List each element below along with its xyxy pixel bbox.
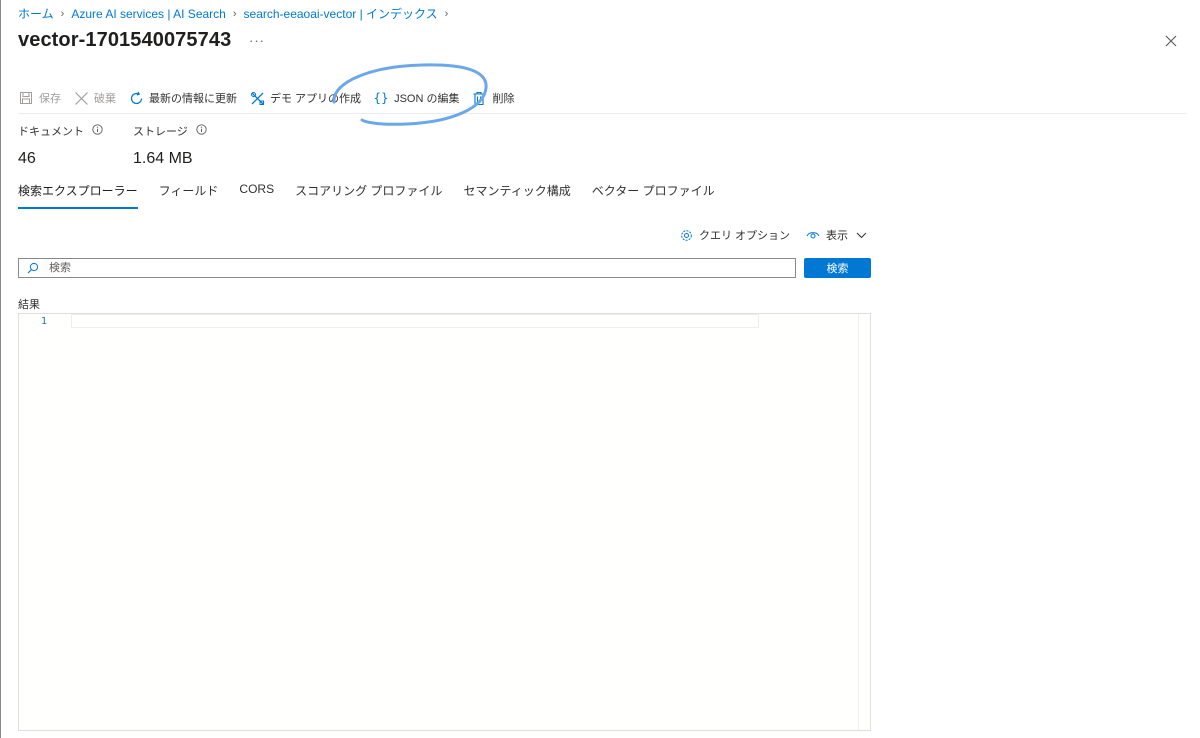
create-demo-app-button[interactable]: デモ アプリの作成 <box>249 90 361 106</box>
search-button[interactable]: 検索 <box>804 258 871 278</box>
breadcrumb-home[interactable]: ホーム <box>18 5 54 22</box>
delete-label: 削除 <box>492 93 515 105</box>
results-label: 結果 <box>18 299 40 311</box>
tab-cors[interactable]: CORS <box>239 182 274 209</box>
trash-icon <box>471 90 487 106</box>
documents-stat: ドキュメント 46 <box>18 123 103 168</box>
save-label: 保存 <box>39 93 61 105</box>
chevron-down-icon <box>856 232 867 239</box>
view-label: 表示 <box>826 230 848 242</box>
scrollbar[interactable] <box>858 314 870 730</box>
info-icon[interactable] <box>92 124 103 138</box>
storage-label: ストレージ <box>133 126 188 138</box>
tab-search-explorer[interactable]: 検索エクスプローラー <box>18 182 138 209</box>
search-input[interactable] <box>49 262 749 274</box>
chevron-right-icon: › <box>232 7 237 20</box>
toolbar-divider <box>18 113 1186 114</box>
tab-fields[interactable]: フィールド <box>159 182 219 209</box>
breadcrumb-indexes[interactable]: search-eeaoai-vector | インデックス <box>244 5 438 22</box>
query-options-button[interactable]: クエリ オプション <box>680 227 790 243</box>
search-icon <box>27 262 39 274</box>
close-icon <box>73 90 89 106</box>
storage-stat: ストレージ 1.64 MB <box>133 123 207 168</box>
view-dropdown[interactable]: 表示 <box>806 227 867 243</box>
window-edge <box>0 0 1 738</box>
command-bar: 保存 破棄 最新の情報に更新 デモ アプリの作成 {} JSON の編集 削除 <box>18 86 526 110</box>
search-box <box>18 258 796 278</box>
eye-icon <box>806 230 820 240</box>
gear-icon <box>680 229 693 242</box>
more-actions-button[interactable]: ··· <box>249 33 265 48</box>
documents-value: 46 <box>18 150 36 167</box>
tools-icon <box>249 90 265 106</box>
discard-button[interactable]: 破棄 <box>73 90 116 106</box>
discard-label: 破棄 <box>94 93 116 105</box>
breadcrumb: ホーム › Azure AI services | AI Search › se… <box>18 5 455 22</box>
page-title: vector-1701540075743 <box>18 29 232 51</box>
braces-icon: {} <box>373 91 389 105</box>
save-icon <box>18 90 34 106</box>
tab-scoring-profiles[interactable]: スコアリング プロファイル <box>295 182 442 209</box>
current-line-highlight <box>71 314 759 328</box>
storage-value: 1.64 MB <box>133 150 193 167</box>
results-editor[interactable]: 1 <box>18 313 871 731</box>
tab-vector-profiles[interactable]: ベクター プロファイル <box>592 182 715 209</box>
save-button[interactable]: 保存 <box>18 90 61 106</box>
delete-button[interactable]: 削除 <box>471 90 514 106</box>
create-demo-app-label: デモ アプリの作成 <box>270 93 362 105</box>
chevron-right-icon: › <box>444 7 449 20</box>
tab-bar: 検索エクスプローラー フィールド CORS スコアリング プロファイル セマンテ… <box>18 182 736 209</box>
documents-label: ドキュメント <box>18 126 84 138</box>
close-icon[interactable] <box>1160 30 1182 52</box>
refresh-icon <box>128 90 144 106</box>
line-number: 1 <box>41 316 48 327</box>
info-icon[interactable] <box>196 124 207 138</box>
edit-json-label: JSON の編集 <box>394 93 460 105</box>
refresh-button[interactable]: 最新の情報に更新 <box>128 90 237 106</box>
refresh-label: 最新の情報に更新 <box>149 93 237 105</box>
tab-semantic-configurations[interactable]: セマンティック構成 <box>463 182 570 209</box>
breadcrumb-ai-search[interactable]: Azure AI services | AI Search <box>71 7 226 21</box>
chevron-right-icon: › <box>60 7 65 20</box>
query-options-label: クエリ オプション <box>699 230 791 242</box>
edit-json-button[interactable]: {} JSON の編集 <box>373 90 459 106</box>
